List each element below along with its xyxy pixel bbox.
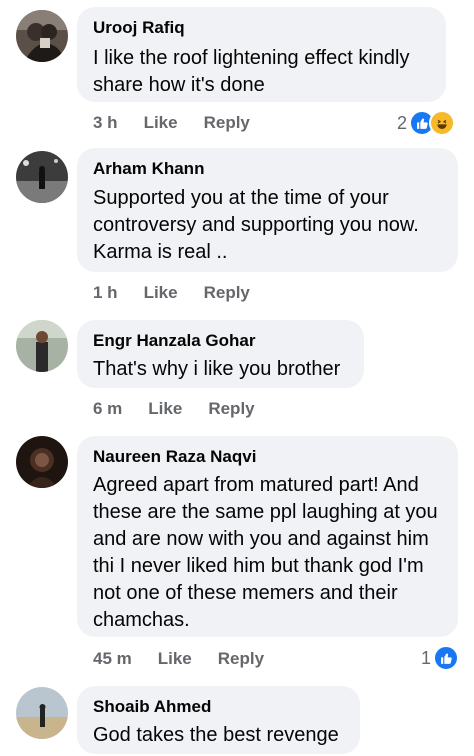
comment-timestamp[interactable]: 3 h xyxy=(93,113,118,133)
reaction-summary[interactable]: 2 xyxy=(397,110,456,136)
avatar[interactable] xyxy=(16,151,68,203)
comment-actions: 6 m Like Reply xyxy=(93,399,255,419)
comment-bubble: Arham Khann Supported you at the time of… xyxy=(77,148,458,272)
reply-button[interactable]: Reply xyxy=(208,399,254,419)
like-button[interactable]: Like xyxy=(144,113,178,133)
reaction-summary[interactable]: 1 xyxy=(421,645,460,671)
reaction-count: 2 xyxy=(397,112,408,133)
avatar[interactable] xyxy=(16,687,68,739)
like-icon xyxy=(433,645,460,671)
like-button[interactable]: Like xyxy=(144,283,178,303)
reply-button[interactable]: Reply xyxy=(218,649,264,669)
reply-button[interactable]: Reply xyxy=(204,113,250,133)
comment-author[interactable]: Urooj Rafiq xyxy=(93,17,430,39)
comment-author[interactable]: Naureen Raza Naqvi xyxy=(93,446,442,468)
like-button[interactable]: Like xyxy=(148,399,182,419)
haha-icon xyxy=(429,110,456,136)
comment-text: That's why i like you brother xyxy=(93,358,341,380)
comment-bubble: Engr Hanzala Gohar That's why i like you… xyxy=(77,320,364,388)
reaction-count: 1 xyxy=(421,647,432,668)
avatar[interactable] xyxy=(16,10,68,62)
comment-text: God takes the best revenge xyxy=(93,724,339,746)
avatar[interactable] xyxy=(16,320,68,372)
comment-bubble: Naureen Raza Naqvi Agreed apart from mat… xyxy=(77,436,458,637)
like-button[interactable]: Like xyxy=(158,649,192,669)
comment-text: I like the roof lightening effect kindly… xyxy=(93,47,410,96)
comment-bubble: Shoaib Ahmed God takes the best revenge xyxy=(77,686,360,754)
comment-text: Agreed apart from matured part! And thes… xyxy=(93,474,438,631)
reply-button[interactable]: Reply xyxy=(204,283,250,303)
avatar[interactable] xyxy=(16,436,68,488)
comment-author[interactable]: Engr Hanzala Gohar xyxy=(93,330,348,352)
comment-timestamp[interactable]: 6 m xyxy=(93,399,122,419)
comment-timestamp[interactable]: 45 m xyxy=(93,649,132,669)
comment-author[interactable]: Shoaib Ahmed xyxy=(93,696,344,718)
comment-actions: 45 m Like Reply xyxy=(93,649,264,669)
comment-actions: 3 h Like Reply xyxy=(93,113,250,133)
comment-text: Supported you at the time of your contro… xyxy=(93,187,419,263)
comment-author[interactable]: Arham Khann xyxy=(93,158,442,180)
comment-bubble: Urooj Rafiq I like the roof lightening e… xyxy=(77,7,446,102)
comment-timestamp[interactable]: 1 h xyxy=(93,283,118,303)
comment-actions: 1 h Like Reply xyxy=(93,283,250,303)
